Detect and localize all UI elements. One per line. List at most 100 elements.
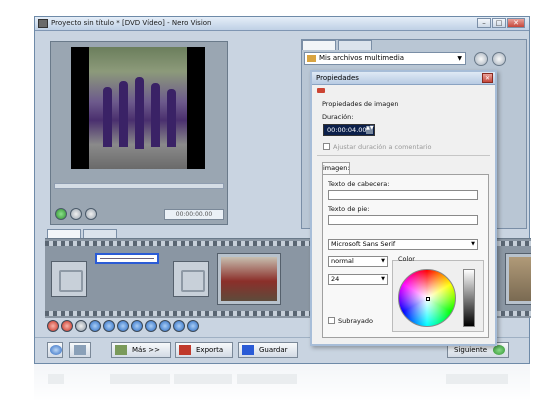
- cut-icon[interactable]: [61, 320, 73, 332]
- window-reflection: [34, 364, 530, 400]
- clip-thumbnail: [100, 258, 154, 259]
- font-size-value: 24: [331, 275, 340, 283]
- section-title: Propiedades de imagen: [322, 100, 399, 108]
- empty-slot[interactable]: [51, 261, 87, 297]
- tab-imagen[interactable]: imagen:: [322, 162, 350, 174]
- pin-icon[interactable]: [317, 88, 325, 93]
- duration-value: 00:00:04.00: [327, 126, 367, 134]
- title-bar: Proyecto sin título * [DVD Vídeo] - Nero…: [35, 17, 529, 31]
- storyboard-clip[interactable]: [217, 253, 281, 305]
- save-label: Guardar: [259, 346, 288, 354]
- rotate-left-icon[interactable]: [89, 320, 101, 332]
- figure-shape: [167, 89, 176, 147]
- export-button[interactable]: Exporta: [175, 342, 233, 358]
- color-wheel[interactable]: [398, 269, 456, 327]
- delete-icon[interactable]: [47, 320, 59, 332]
- storyboard-clip[interactable]: [505, 253, 531, 305]
- font-size-select[interactable]: 24 ▼: [328, 274, 388, 285]
- header-text-input[interactable]: [328, 190, 478, 200]
- header-text-label: Texto de cabecera:: [328, 180, 390, 188]
- settings-icon[interactable]: [75, 320, 87, 332]
- chevron-down-icon: ▼: [381, 258, 385, 264]
- more-icon: [115, 345, 127, 355]
- folder-icon: [307, 55, 316, 62]
- tools-icon: [74, 345, 86, 355]
- media-options-button[interactable]: [492, 52, 506, 66]
- check-icon[interactable]: [187, 320, 199, 332]
- font-value: Microsoft Sans Serif: [331, 240, 396, 248]
- video-frame-image: [89, 47, 187, 169]
- color-label: Color: [398, 255, 415, 263]
- music-icon[interactable]: [159, 320, 171, 332]
- duration-field[interactable]: 00:00:04.00 ▲▼: [323, 124, 375, 136]
- underline-checkbox[interactable]: [328, 317, 335, 324]
- edit-toolbar: [47, 320, 199, 332]
- adjust-duration-label: Ajustar duración a comentario: [333, 143, 432, 151]
- font-select[interactable]: Microsoft Sans Serif ▼: [328, 239, 478, 250]
- export-icon: [179, 345, 191, 355]
- underline-label: Subrayado: [338, 317, 373, 325]
- play-button[interactable]: [55, 208, 67, 220]
- tab-list[interactable]: [338, 40, 372, 50]
- font-style-select[interactable]: normal ▼: [328, 256, 388, 267]
- media-source-value: Mis archivos multimedia: [319, 54, 405, 62]
- more-label: Más >>: [132, 346, 160, 354]
- stop-button[interactable]: [70, 208, 82, 220]
- dialog-title-bar: Propiedades ✕: [312, 72, 495, 85]
- transition-icon[interactable]: [131, 320, 143, 332]
- help-button[interactable]: [47, 342, 63, 358]
- footer-text-input[interactable]: [328, 215, 478, 225]
- media-tabs: [302, 40, 372, 50]
- arrow-right-icon: [493, 345, 505, 355]
- storyboard-clip-selected[interactable]: [95, 253, 159, 264]
- text-icon[interactable]: [145, 320, 157, 332]
- playback-timeline[interactable]: [54, 183, 224, 189]
- footer-text-label: Texto de pie:: [328, 205, 370, 213]
- figure-shape: [103, 87, 112, 147]
- timecode-display: 00:00:00.00: [164, 209, 224, 220]
- minimize-button[interactable]: –: [477, 18, 491, 28]
- dialog-title: Propiedades: [316, 74, 359, 82]
- next-label: Siguiente: [454, 346, 488, 354]
- empty-slot[interactable]: [173, 261, 209, 297]
- dialog-close-button[interactable]: ✕: [482, 73, 493, 83]
- maximize-button[interactable]: □: [492, 18, 506, 28]
- clip-thumbnail: [221, 257, 277, 301]
- video-screen: [71, 47, 205, 169]
- reflection-shape: [446, 374, 508, 384]
- add-media-button[interactable]: [474, 52, 488, 66]
- tab-storyboard[interactable]: [47, 229, 81, 238]
- save-button[interactable]: Guardar: [238, 342, 298, 358]
- tab-timeline[interactable]: [83, 229, 117, 238]
- close-button[interactable]: ✕: [507, 18, 525, 28]
- properties-dialog: Propiedades ✕ Propiedades de imagen Dura…: [310, 70, 497, 346]
- figure-shape: [151, 83, 160, 147]
- tab-media[interactable]: [302, 40, 336, 50]
- window-controls: – □ ✕: [477, 18, 525, 28]
- chapter-icon[interactable]: [173, 320, 185, 332]
- more-button[interactable]: Más >>: [111, 342, 171, 358]
- rotate-right-icon[interactable]: [103, 320, 115, 332]
- window-title: Proyecto sin título * [DVD Vídeo] - Nero…: [51, 19, 212, 27]
- adjust-duration-checkbox[interactable]: [323, 143, 330, 150]
- next-frame-button[interactable]: [85, 208, 97, 220]
- brightness-slider[interactable]: [463, 269, 475, 327]
- clip-thumbnail: [509, 257, 531, 301]
- video-preview-panel: 00:00:00.00: [50, 41, 228, 225]
- font-style-value: normal: [331, 257, 354, 265]
- disk-icon: [242, 345, 254, 355]
- media-source-select[interactable]: Mis archivos multimedia ▼: [304, 52, 466, 65]
- effect-icon[interactable]: [117, 320, 129, 332]
- chevron-down-icon: ▼: [471, 241, 475, 247]
- spin-arrows-icon[interactable]: ▲▼: [366, 126, 374, 134]
- help-icon: [50, 345, 62, 355]
- export-label: Exporta: [196, 346, 224, 354]
- chevron-down-icon: ▼: [381, 276, 385, 282]
- tools-button[interactable]: [69, 342, 91, 358]
- reflection-shape: [48, 374, 64, 384]
- figure-shape: [135, 77, 144, 149]
- divider: [317, 155, 490, 156]
- reflection-shape: [237, 374, 297, 384]
- playback-controls: [55, 208, 97, 220]
- color-cursor[interactable]: [426, 297, 430, 301]
